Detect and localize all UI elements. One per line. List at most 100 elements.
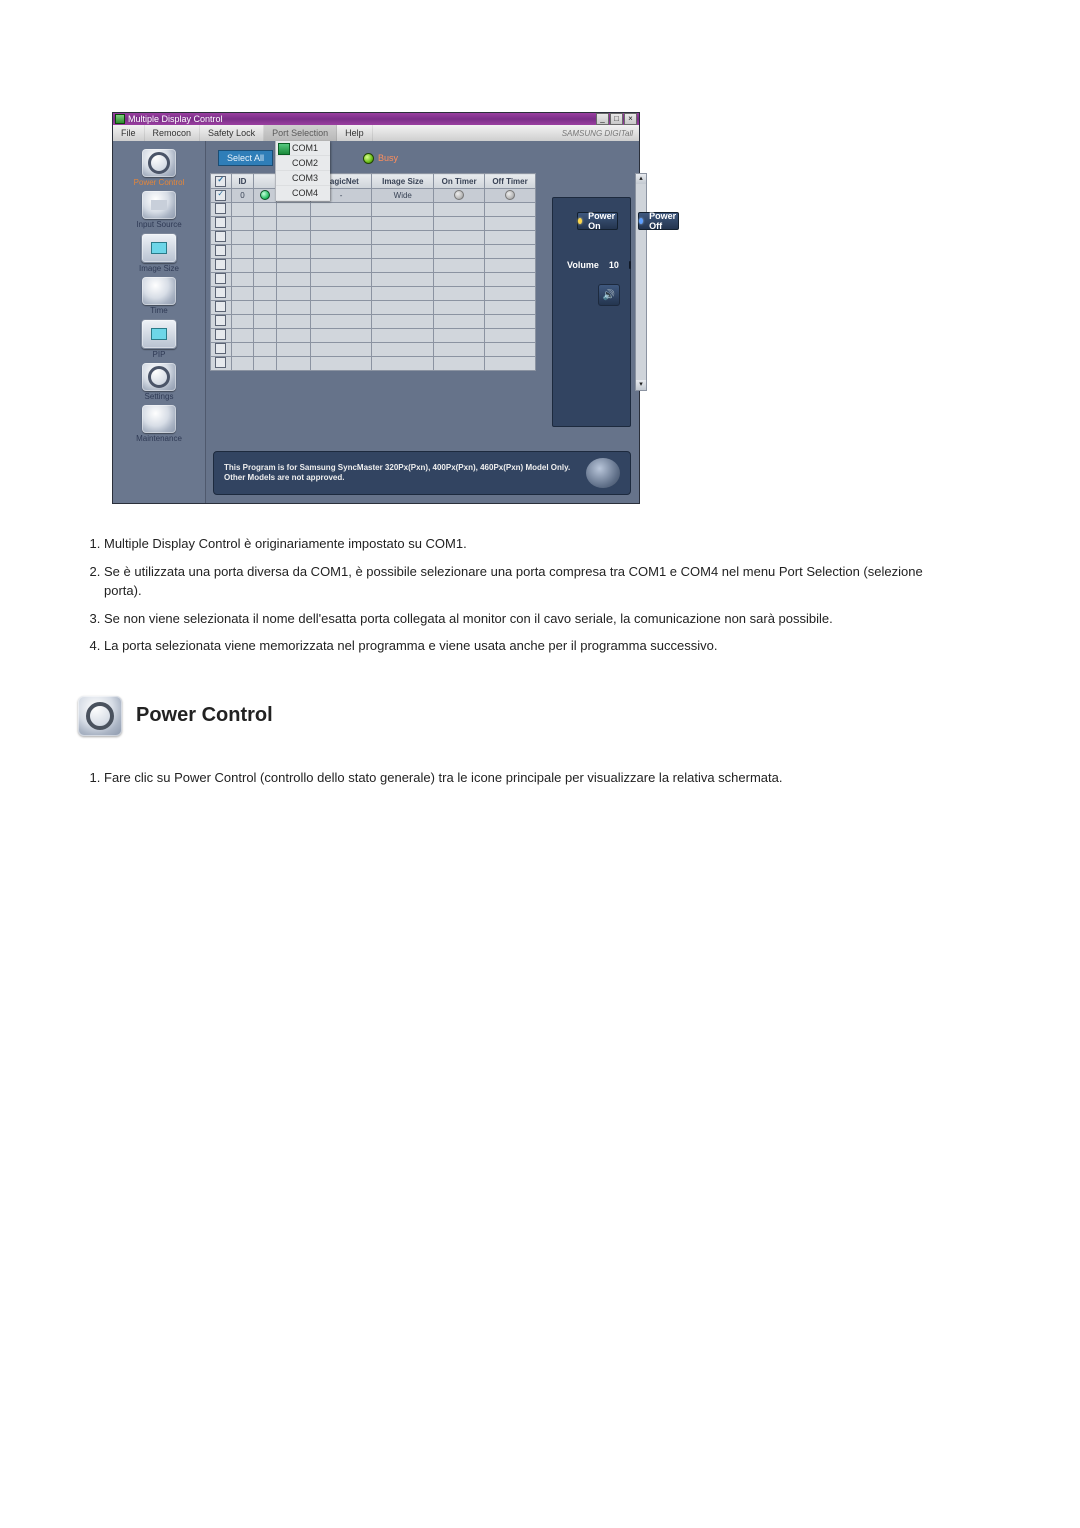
maximize-button[interactable]: □: [610, 113, 623, 125]
toolbar: Select All Busy: [210, 145, 635, 171]
menu-port-selection[interactable]: Port Selection: [264, 125, 337, 141]
window-title: Multiple Display Control: [128, 114, 223, 124]
power-on-dot-icon: [578, 218, 582, 224]
col-status: [254, 174, 277, 189]
col-id: ID: [231, 174, 254, 189]
row-check[interactable]: [215, 231, 226, 242]
footer-note: This Program is for Samsung SyncMaster 3…: [213, 451, 631, 495]
table-row[interactable]: [211, 315, 536, 329]
menu-file[interactable]: File: [113, 125, 145, 141]
table-scrollbar[interactable]: ▴ ▾: [635, 173, 647, 391]
mute-button[interactable]: 🔊: [598, 284, 620, 306]
table-row[interactable]: [211, 287, 536, 301]
power-on-button[interactable]: Power On: [577, 212, 618, 230]
row-check[interactable]: [215, 301, 226, 312]
table-row[interactable]: [211, 343, 536, 357]
sidebar-item-time[interactable]: Time: [113, 277, 205, 315]
list-item: Multiple Display Control è originariamen…: [104, 534, 924, 554]
maintenance-icon: [142, 405, 176, 433]
sidebar-item-input-source[interactable]: Input Source: [113, 191, 205, 229]
menu-help[interactable]: Help: [337, 125, 373, 141]
row-check[interactable]: [215, 343, 226, 354]
row-check[interactable]: [215, 287, 226, 298]
col-imgsize: Image Size: [372, 174, 434, 189]
speaker-icon: 🔊: [603, 290, 615, 301]
minimize-button[interactable]: _: [596, 113, 609, 125]
row-check[interactable]: [215, 329, 226, 340]
port-option-com4[interactable]: COM4: [276, 186, 330, 201]
menu-remocon[interactable]: Remocon: [145, 125, 201, 141]
row-check[interactable]: [215, 315, 226, 326]
sidebar: Power Control Input Source Image Size Ti…: [113, 141, 206, 503]
table-row[interactable]: [211, 245, 536, 259]
scroll-up-button[interactable]: ▴: [636, 174, 646, 184]
list-item: Fare clic su Power Control (controllo de…: [104, 768, 924, 788]
scroll-down-button[interactable]: ▾: [636, 380, 646, 390]
close-button[interactable]: ×: [624, 113, 637, 125]
power-off-dot-icon: [639, 218, 643, 224]
port-option-com1[interactable]: COM1: [276, 141, 330, 156]
row-check[interactable]: [215, 203, 226, 214]
list-item: Se non viene selezionata il nome dell'es…: [104, 609, 924, 629]
port-selection-dropdown[interactable]: COM1 COM2 COM3 COM4: [275, 141, 330, 201]
section-heading: Power Control: [78, 696, 1080, 736]
table-row[interactable]: [211, 259, 536, 273]
cell-imgsize: Wide: [372, 189, 434, 203]
app-icon: [115, 114, 125, 124]
power-off-button[interactable]: Power Off: [638, 212, 679, 230]
col-offtimer: Off Timer: [485, 174, 536, 189]
row-check[interactable]: [215, 259, 226, 270]
menu-safety-lock[interactable]: Safety Lock: [200, 125, 264, 141]
pip-icon: [151, 328, 167, 340]
input-icon: [151, 200, 167, 210]
table-row[interactable]: [211, 357, 536, 371]
row-check[interactable]: [215, 273, 226, 284]
table-row[interactable]: [211, 273, 536, 287]
titlebar: Multiple Display Control _ □ ×: [113, 113, 639, 125]
settings-icon: [142, 363, 176, 391]
sidebar-item-pip[interactable]: PIP: [113, 319, 205, 359]
row-check[interactable]: [215, 357, 226, 368]
window-buttons: _ □ ×: [596, 113, 637, 125]
volume-value: 10: [609, 260, 619, 270]
table-row[interactable]: 0 - Wide: [211, 189, 536, 203]
select-all-button[interactable]: Select All: [218, 150, 273, 166]
row-check[interactable]: [215, 217, 226, 228]
check-all[interactable]: [215, 176, 226, 187]
busy-dot-icon: [363, 153, 374, 164]
power-icon: [142, 149, 176, 177]
image-size-icon: [151, 242, 167, 254]
col-check[interactable]: [211, 174, 232, 189]
sidebar-item-maintenance[interactable]: Maintenance: [113, 405, 205, 443]
table-row[interactable]: [211, 217, 536, 231]
list-item: Se è utilizzata una porta diversa da COM…: [104, 562, 924, 601]
port-option-com2[interactable]: COM2: [276, 156, 330, 171]
table-row[interactable]: [211, 231, 536, 245]
port-option-com3[interactable]: COM3: [276, 171, 330, 186]
row-check[interactable]: [215, 190, 226, 201]
table-row[interactable]: [211, 329, 536, 343]
brand-label: SAMSUNG DIGITall: [556, 125, 639, 141]
cell-id: 0: [231, 189, 254, 203]
volume-slider[interactable]: [629, 261, 631, 269]
notes-list: Multiple Display Control è originariamen…: [80, 534, 924, 656]
status-dot-icon: [260, 190, 270, 200]
sidebar-item-power-control[interactable]: Power Control: [113, 149, 205, 187]
sidebar-item-image-size[interactable]: Image Size: [113, 233, 205, 273]
status-busy: Busy: [363, 153, 398, 164]
menubar: File Remocon Safety Lock Port Selection …: [113, 125, 639, 142]
timer-dot-icon: [505, 190, 515, 200]
timer-dot-icon: [454, 190, 464, 200]
sidebar-item-settings[interactable]: Settings: [113, 363, 205, 401]
mdc-window: Multiple Display Control _ □ × File Remo…: [112, 112, 640, 504]
table-row[interactable]: [211, 301, 536, 315]
col-ontimer: On Timer: [434, 174, 485, 189]
footer-globe-icon: [586, 458, 620, 488]
steps-list: Fare clic su Power Control (controllo de…: [80, 768, 924, 788]
volume-label: Volume: [567, 260, 599, 270]
row-check[interactable]: [215, 245, 226, 256]
table-row[interactable]: [211, 203, 536, 217]
section-title: Power Control: [136, 704, 273, 727]
list-item: La porta selezionata viene memorizzata n…: [104, 636, 924, 656]
power-panel: Power On Power Off Volume 10: [552, 197, 631, 427]
